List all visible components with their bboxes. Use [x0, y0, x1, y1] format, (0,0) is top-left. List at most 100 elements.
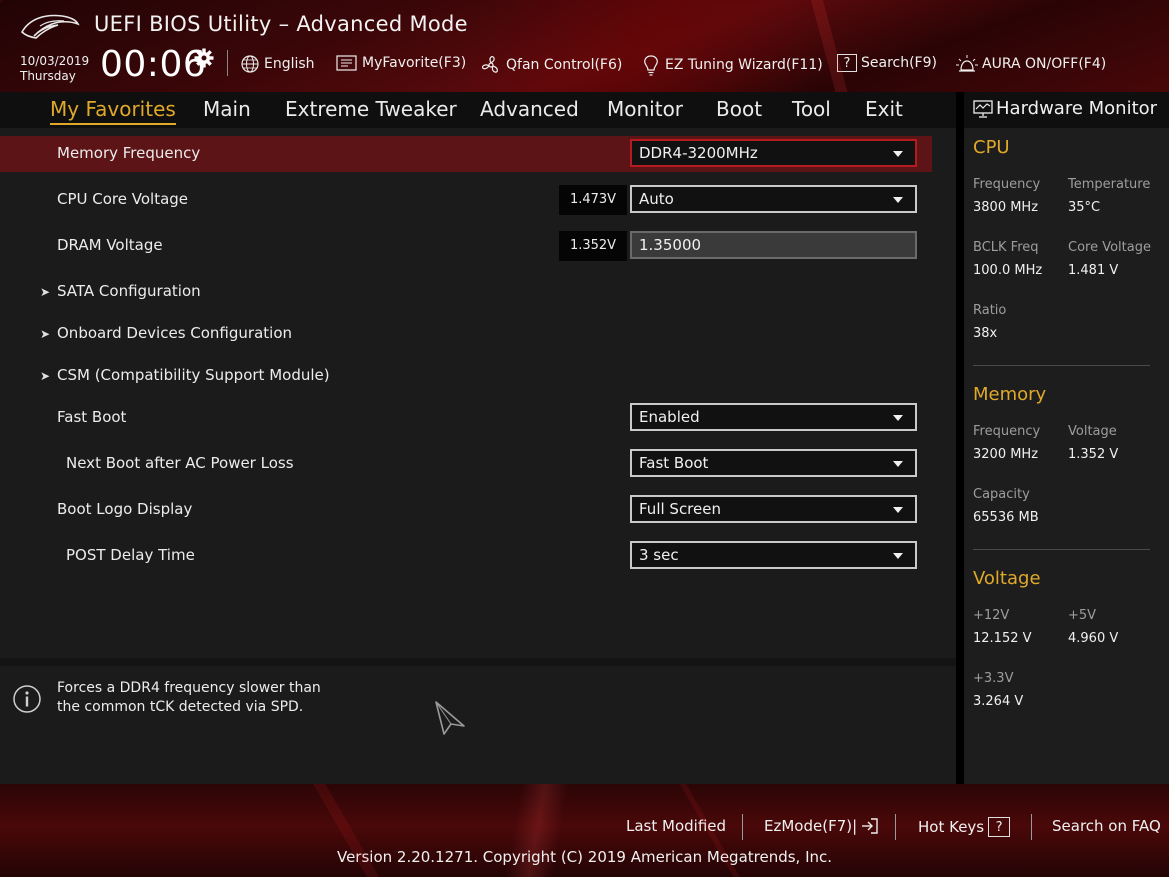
fast-boot-dropdown[interactable]: Enabled	[630, 403, 917, 431]
dram-voltage-input[interactable]: 1.35000	[630, 231, 917, 259]
app-title: UEFI BIOS Utility – Advanced Mode	[94, 12, 468, 36]
mouse-cursor-icon	[435, 701, 465, 735]
language-button[interactable]: English	[240, 54, 315, 74]
core-voltage-value: 1.481 V	[1068, 263, 1119, 278]
ez-tuning-label: EZ Tuning Wizard(F11)	[665, 57, 823, 73]
memory-frequency-monitor-value: 3200 MHz	[973, 447, 1039, 462]
setting-post-delay[interactable]: POST Delay Time 3 sec	[0, 538, 932, 574]
clock-time: 00:06	[100, 44, 207, 85]
tab-my-favorites[interactable]: My Favorites	[50, 97, 176, 125]
hot-keys-button[interactable]: Hot Keys ?	[918, 817, 1011, 837]
rog-logo-icon	[21, 14, 80, 39]
ez-tuning-wizard-button[interactable]: EZ Tuning Wizard(F11)	[641, 54, 823, 76]
chevron-right-icon: ➤	[40, 369, 51, 383]
day-text: Thursday	[20, 69, 76, 83]
ratio-label: Ratio	[973, 303, 1007, 318]
bclk-label: BCLK Freq	[973, 240, 1039, 255]
date-display: 10/03/2019 Thursday	[20, 54, 89, 84]
setting-fast-boot[interactable]: Fast Boot Enabled	[0, 400, 932, 436]
search-faq-label: Search on FAQ	[1052, 817, 1161, 835]
v5-label: +5V	[1068, 608, 1097, 623]
chevron-down-icon	[893, 553, 903, 559]
tab-exit[interactable]: Exit	[865, 97, 903, 121]
boot-logo-dropdown[interactable]: Full Screen	[630, 495, 917, 523]
bclk-value: 100.0 MHz	[973, 263, 1043, 278]
v33-value: 3.264 V	[973, 694, 1024, 709]
search-button[interactable]: ? Search(F9)	[837, 54, 937, 72]
hardware-monitor-divider	[956, 92, 964, 784]
chevron-down-icon	[893, 461, 903, 467]
sata-configuration-label: SATA Configuration	[57, 282, 201, 300]
aura-light-icon	[956, 55, 978, 72]
ratio-value: 38x	[973, 326, 998, 341]
core-voltage-label: Core Voltage	[1068, 240, 1151, 255]
dram-voltage-label: DRAM Voltage	[57, 236, 163, 254]
tab-advanced[interactable]: Advanced	[480, 97, 579, 121]
next-boot-ac-dropdown[interactable]: Fast Boot	[630, 449, 917, 477]
help-line-2: the common tCK detected via SPD.	[57, 699, 304, 715]
voltage-section-title: Voltage	[973, 568, 1041, 589]
aura-toggle-button[interactable]: AURA ON/OFF(F4)	[956, 54, 1106, 74]
memory-capacity-label: Capacity	[973, 487, 1030, 502]
gear-icon[interactable]	[194, 48, 214, 68]
hardware-monitor-header: Hardware Monitor	[964, 92, 1169, 128]
setting-memory-frequency[interactable]: Memory Frequency DDR4-3200MHz	[0, 136, 932, 172]
favorite-list-icon	[336, 55, 357, 71]
ezmode-button[interactable]: EzMode(F7)|	[764, 817, 879, 835]
cpu-core-voltage-value: Auto	[639, 190, 674, 208]
memory-frequency-value: DDR4-3200MHz	[639, 144, 758, 162]
memory-frequency-monitor-label: Frequency	[973, 424, 1041, 439]
submenu-csm[interactable]: ➤ CSM (Compatibility Support Module)	[0, 358, 932, 394]
tab-extreme-tweaker[interactable]: Extreme Tweaker	[285, 97, 457, 121]
fast-boot-label: Fast Boot	[57, 408, 127, 426]
hardware-monitor-panel: Hardware Monitor CPU Frequency Temperatu…	[964, 92, 1169, 784]
cpu-core-voltage-dropdown[interactable]: Auto	[630, 185, 917, 213]
footer-divider	[895, 814, 896, 840]
cpu-frequency-value: 3800 MHz	[973, 200, 1039, 215]
setting-cpu-core-voltage[interactable]: CPU Core Voltage 1.473V Auto	[0, 182, 932, 218]
header-divider	[227, 50, 228, 76]
tab-monitor[interactable]: Monitor	[607, 97, 683, 121]
post-delay-dropdown[interactable]: 3 sec	[630, 541, 917, 569]
chevron-down-icon	[893, 415, 903, 421]
submenu-sata-configuration[interactable]: ➤ SATA Configuration	[0, 274, 932, 310]
csm-label: CSM (Compatibility Support Module)	[57, 366, 330, 384]
memory-frequency-label: Memory Frequency	[57, 144, 201, 162]
last-modified-button[interactable]: Last Modified	[626, 817, 726, 835]
chevron-down-icon	[893, 151, 903, 157]
dram-voltage-value: 1.35000	[639, 236, 702, 254]
ezmode-label: EzMode(F7)|	[764, 817, 858, 835]
section-divider	[973, 549, 1150, 550]
question-box-icon: ?	[837, 54, 857, 72]
myfavorite-button[interactable]: MyFavorite(F3)	[336, 54, 466, 72]
setting-next-boot-ac[interactable]: Next Boot after AC Power Loss Fast Boot	[0, 446, 932, 482]
v12-value: 12.152 V	[973, 631, 1032, 646]
setting-dram-voltage[interactable]: DRAM Voltage 1.352V 1.35000	[0, 228, 932, 264]
chevron-right-icon: ➤	[40, 327, 51, 341]
search-label: Search(F9)	[861, 55, 937, 71]
tab-main[interactable]: Main	[203, 97, 251, 121]
hardware-monitor-title: Hardware Monitor	[996, 98, 1158, 119]
post-delay-value: 3 sec	[639, 546, 679, 564]
submenu-onboard-devices[interactable]: ➤ Onboard Devices Configuration	[0, 316, 932, 352]
footer-divider	[742, 814, 743, 840]
qfan-control-button[interactable]: Qfan Control(F6)	[480, 54, 622, 76]
chevron-right-icon: ➤	[40, 285, 51, 299]
date-text: 10/03/2019	[20, 54, 90, 68]
footer-divider	[1031, 814, 1032, 840]
post-delay-label: POST Delay Time	[66, 546, 195, 564]
globe-icon	[241, 55, 259, 73]
question-box-icon: ?	[988, 817, 1011, 837]
aura-label: AURA ON/OFF(F4)	[982, 56, 1107, 72]
chevron-down-icon	[893, 507, 903, 513]
v5-value: 4.960 V	[1068, 631, 1119, 646]
cpu-section-title: CPU	[973, 137, 1010, 158]
tab-boot[interactable]: Boot	[716, 97, 762, 121]
memory-frequency-dropdown[interactable]: DDR4-3200MHz	[630, 139, 917, 167]
cpu-core-voltage-reading: 1.473V	[559, 185, 627, 215]
fan-icon	[481, 56, 498, 73]
search-faq-button[interactable]: Search on FAQ	[1052, 817, 1161, 835]
setting-boot-logo[interactable]: Boot Logo Display Full Screen	[0, 492, 932, 528]
fast-boot-value: Enabled	[639, 408, 700, 426]
tab-tool[interactable]: Tool	[792, 97, 831, 121]
